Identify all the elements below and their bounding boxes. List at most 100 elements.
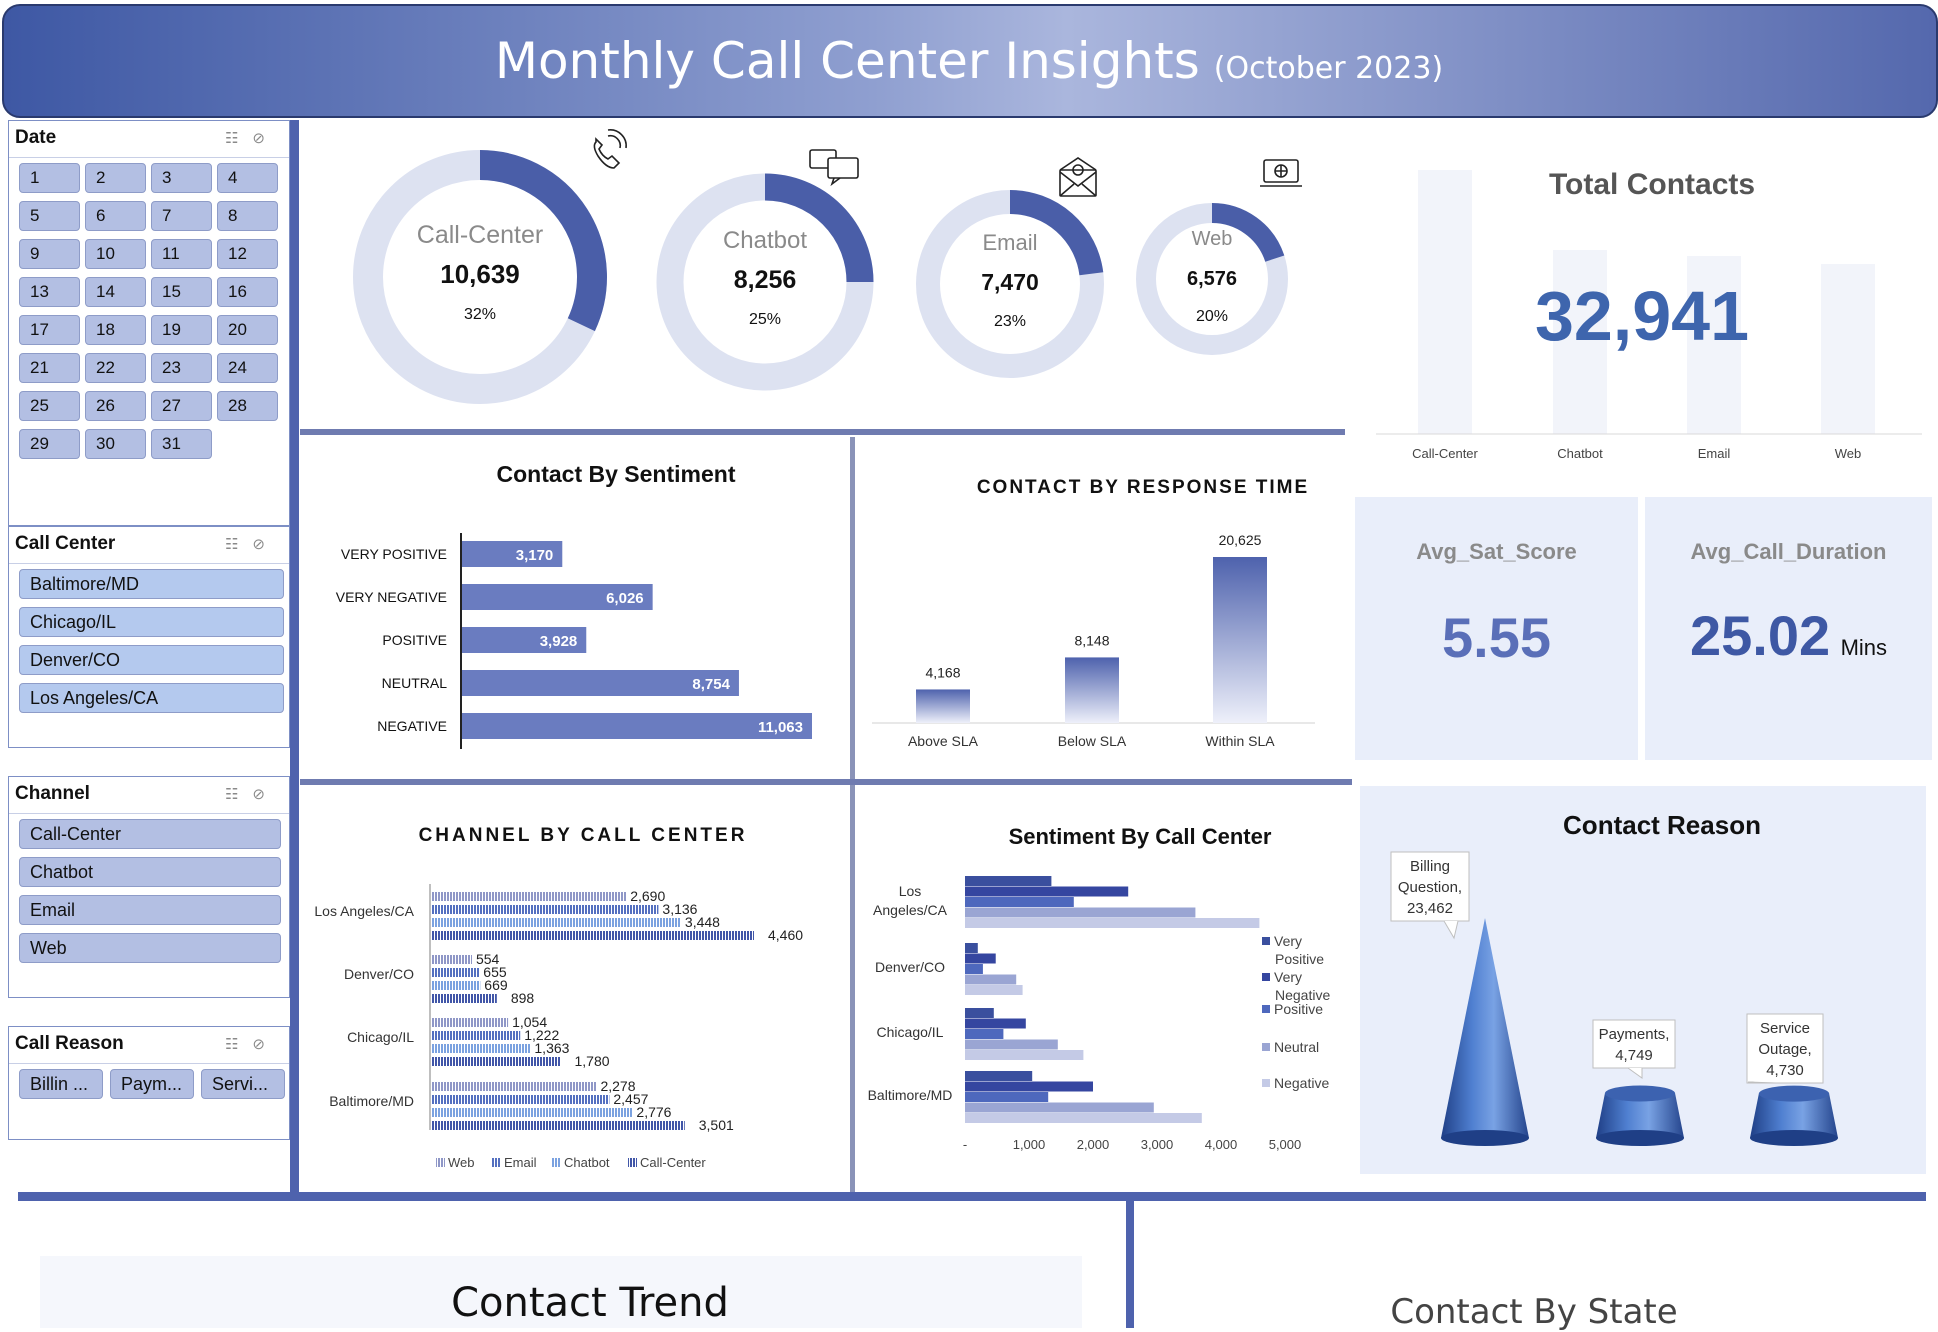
date-day-17[interactable]: 17 (19, 315, 80, 345)
channel-value-label: 1,363 (534, 1040, 569, 1056)
response-category-label: Within SLA (1205, 733, 1275, 749)
date-day-27[interactable]: 27 (151, 391, 212, 421)
slicer-item-chicago[interactable]: Chicago/IL (19, 607, 284, 637)
date-day-7[interactable]: 7 (151, 201, 212, 231)
channel-bar (432, 1018, 509, 1027)
slicer-item-denver[interactable]: Denver/CO (19, 645, 284, 675)
slicer-item-los-angeles[interactable]: Los Angeles/CA (19, 683, 284, 713)
left-divider (290, 120, 299, 1192)
date-day-10[interactable]: 10 (85, 239, 146, 269)
sbcc-legend-swatch (1262, 1043, 1270, 1051)
divider-row1 (300, 429, 1345, 435)
slicer-item-chatbot[interactable]: Chatbot (19, 857, 281, 887)
date-day-2[interactable]: 2 (85, 163, 146, 193)
date-day-11[interactable]: 11 (151, 239, 212, 269)
clear-filter-icon[interactable]: ⊘ (252, 536, 279, 553)
slicer-item-service[interactable]: Servi... (201, 1069, 285, 1099)
channel-bar (432, 994, 497, 1003)
channel-bar (432, 905, 659, 914)
donut-label-chatbot: Chatbot (723, 227, 807, 254)
sbcc-xtick: 4,000 (1205, 1137, 1238, 1152)
clear-filter-icon[interactable]: ⊘ (252, 786, 279, 803)
contact-reason-cone (1441, 918, 1529, 1138)
sbcc-bar (965, 985, 1023, 995)
sbcc-legend-label: Negative (1274, 1075, 1329, 1091)
channel-bar (432, 968, 480, 977)
channel-bar (432, 1031, 521, 1040)
date-day-13[interactable]: 13 (19, 277, 80, 307)
date-day-16[interactable]: 16 (217, 277, 278, 307)
date-day-3[interactable]: 3 (151, 163, 212, 193)
channel-legend-swatch (552, 1158, 561, 1167)
date-day-4[interactable]: 4 (217, 163, 278, 193)
total-contacts-title: Total Contacts (1549, 168, 1755, 201)
slicer-item-web[interactable]: Web (19, 933, 281, 963)
sbcc-bar (965, 1102, 1154, 1113)
sbcc-bar (965, 918, 1260, 928)
contact-reason-label: 23,462 (1407, 900, 1453, 917)
date-day-6[interactable]: 6 (85, 201, 146, 231)
dashboard-title: Monthly Call Center Insights (494, 32, 1200, 90)
sbcc-category-label: Denver/CO (875, 959, 945, 975)
slicer-item-call-center[interactable]: Call-Center (19, 819, 281, 849)
contact-reason-label: 4,749 (1615, 1047, 1653, 1064)
date-day-24[interactable]: 24 (217, 353, 278, 383)
sbcc-xtick: 2,000 (1077, 1137, 1110, 1152)
slicer-item-billing[interactable]: Billin ... (19, 1069, 103, 1099)
slicer-item-baltimore[interactable]: Baltimore/MD (19, 569, 284, 599)
channel-bar (432, 1121, 685, 1130)
total-bar-label-call-center: Call-Center (1412, 446, 1478, 461)
channel-legend-label: Web (448, 1155, 475, 1170)
date-day-8[interactable]: 8 (217, 201, 278, 231)
multi-select-icon[interactable]: ☷ (225, 536, 252, 553)
channel-value-label: 669 (484, 977, 508, 993)
date-day-5[interactable]: 5 (19, 201, 80, 231)
date-day-18[interactable]: 18 (85, 315, 146, 345)
response-value-label: 8,148 (1074, 632, 1109, 648)
sbcc-bar (965, 876, 1052, 886)
multi-select-icon[interactable]: ☷ (225, 130, 252, 147)
sbcc-bar (965, 943, 978, 953)
channel-value-label: 898 (511, 990, 535, 1006)
sbcc-bar (965, 897, 1074, 907)
sbcc-bar (965, 953, 996, 964)
date-day-21[interactable]: 21 (19, 353, 80, 383)
slicer-item-payments[interactable]: Paym... (110, 1069, 194, 1099)
sentiment-category-label: VERY NEGATIVE (336, 589, 447, 605)
date-day-15[interactable]: 15 (151, 277, 212, 307)
date-day-31[interactable]: 31 (151, 429, 212, 459)
multi-select-icon[interactable]: ☷ (225, 786, 252, 803)
clear-filter-icon[interactable]: ⊘ (252, 1036, 279, 1053)
date-day-30[interactable]: 30 (85, 429, 146, 459)
sentiment-category-label: NEUTRAL (382, 675, 448, 691)
sbcc-bar (965, 1029, 1004, 1039)
contact-reason-cone-top (1604, 1085, 1676, 1102)
multi-select-icon[interactable]: ☷ (225, 1036, 252, 1053)
date-day-23[interactable]: 23 (151, 353, 212, 383)
date-day-9[interactable]: 9 (19, 239, 80, 269)
total-bar-label-chatbot: Chatbot (1557, 446, 1603, 461)
date-day-1[interactable]: 1 (19, 163, 80, 193)
clear-filter-icon[interactable]: ⊘ (252, 130, 279, 147)
date-day-22[interactable]: 22 (85, 353, 146, 383)
channel-value-label: 2,776 (636, 1104, 671, 1120)
date-day-19[interactable]: 19 (151, 315, 212, 345)
channel-bar (432, 1082, 597, 1091)
date-day-26[interactable]: 26 (85, 391, 146, 421)
total-bar-label-email: Email (1698, 446, 1731, 461)
date-day-28[interactable]: 28 (217, 391, 278, 421)
sentiment-by-call-center-chart: Sentiment By Call Center Los Angeles/CA Den… (868, 824, 1331, 1152)
donut-pct-web: 20% (1196, 308, 1228, 325)
date-day-25[interactable]: 25 (19, 391, 80, 421)
contact-reason-label: Service (1760, 1020, 1810, 1037)
date-day-20[interactable]: 20 (217, 315, 278, 345)
date-day-14[interactable]: 14 (85, 277, 146, 307)
date-slicer-title: Date (15, 127, 57, 148)
date-day-12[interactable]: 12 (217, 239, 278, 269)
channel-value-label: 3,501 (699, 1117, 734, 1133)
sbcc-bar (965, 1092, 1049, 1102)
slicer-item-email[interactable]: Email (19, 895, 281, 925)
contact-trend-title: Contact Trend (451, 1280, 729, 1326)
donut-pct-call-center: 32% (464, 306, 496, 323)
date-day-29[interactable]: 29 (19, 429, 80, 459)
